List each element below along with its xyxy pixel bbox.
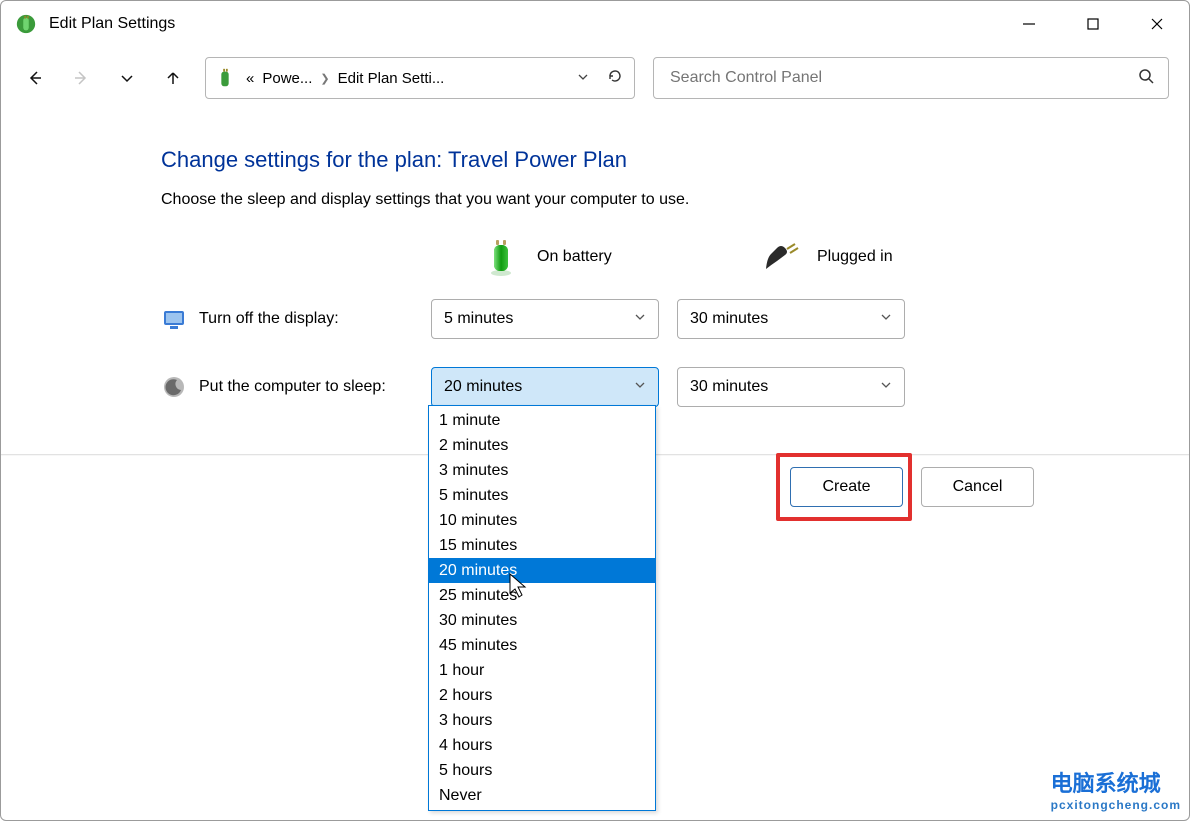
row-display-label-text: Turn off the display: xyxy=(199,310,339,328)
display-battery-value: 5 minutes xyxy=(444,310,513,328)
display-plugged-combo[interactable]: 30 minutes xyxy=(677,299,905,339)
row-sleep-label-text: Put the computer to sleep: xyxy=(199,378,386,396)
sleep-battery-combo[interactable]: 20 minutes xyxy=(431,367,659,407)
refresh-button[interactable] xyxy=(604,68,626,88)
plug-column-icon xyxy=(761,237,801,277)
dropdown-option[interactable]: 20 minutes xyxy=(429,558,655,583)
dropdown-option[interactable]: 30 minutes xyxy=(429,608,655,633)
navbar: « Powe... ❯ Edit Plan Setti... xyxy=(1,47,1189,117)
display-battery-combo[interactable]: 5 minutes xyxy=(431,299,659,339)
search-icon[interactable] xyxy=(1138,68,1154,88)
forward-button[interactable] xyxy=(67,64,95,92)
watermark-sub: pcxitongcheng.com xyxy=(1051,798,1181,812)
battery-column-icon xyxy=(481,237,521,277)
sleep-plugged-combo[interactable]: 30 minutes xyxy=(677,367,905,407)
dropdown-option[interactable]: 3 minutes xyxy=(429,458,655,483)
close-button[interactable] xyxy=(1125,1,1189,47)
dropdown-option[interactable]: Never xyxy=(429,783,655,808)
crumb-edit-plan[interactable]: Edit Plan Setti... xyxy=(338,70,445,87)
page-heading: Change settings for the plan: Travel Pow… xyxy=(161,147,1189,173)
search-input[interactable] xyxy=(668,68,1138,88)
dropdown-option[interactable]: 5 minutes xyxy=(429,483,655,508)
dropdown-option[interactable]: 2 hours xyxy=(429,683,655,708)
column-header-plugged-label: Plugged in xyxy=(817,248,893,266)
content-area: Change settings for the plan: Travel Pow… xyxy=(1,117,1189,407)
app-icon xyxy=(15,13,37,35)
dropdown-list[interactable]: 1 minute2 minutes3 minutes5 minutes10 mi… xyxy=(428,405,656,811)
crumb-power[interactable]: Powe... xyxy=(262,70,312,87)
dropdown-option[interactable]: 1 hour xyxy=(429,658,655,683)
display-icon xyxy=(161,306,187,332)
button-row: Create Cancel xyxy=(790,467,1034,507)
dropdown-option[interactable]: 15 minutes xyxy=(429,533,655,558)
dropdown-option[interactable]: 2 minutes xyxy=(429,433,655,458)
address-bar[interactable]: « Powe... ❯ Edit Plan Setti... xyxy=(205,57,635,99)
dropdown-option[interactable]: 25 minutes xyxy=(429,583,655,608)
sleep-battery-value: 20 minutes xyxy=(444,378,522,396)
row-sleep-label: Put the computer to sleep: xyxy=(161,374,413,400)
cancel-button[interactable]: Cancel xyxy=(921,467,1034,507)
up-button[interactable] xyxy=(159,64,187,92)
recent-locations-button[interactable] xyxy=(113,64,141,92)
battery-icon xyxy=(214,67,236,89)
minimize-button[interactable] xyxy=(997,1,1061,47)
maximize-button[interactable] xyxy=(1061,1,1125,47)
page-subtext: Choose the sleep and display settings th… xyxy=(161,191,1189,209)
chevron-down-icon xyxy=(880,310,892,328)
column-header-battery: On battery xyxy=(481,237,681,277)
column-header-battery-label: On battery xyxy=(537,248,612,266)
crumb-sep: « xyxy=(246,70,254,87)
sleep-icon xyxy=(161,374,187,400)
dropdown-option[interactable]: 3 hours xyxy=(429,708,655,733)
highlight-annotation xyxy=(776,453,912,521)
chevron-down-icon xyxy=(880,378,892,396)
cursor-icon xyxy=(509,573,527,599)
dropdown-option[interactable]: 5 hours xyxy=(429,758,655,783)
dropdown-option[interactable]: 1 minute xyxy=(429,408,655,433)
display-plugged-value: 30 minutes xyxy=(690,310,768,328)
address-dropdown-button[interactable] xyxy=(572,70,594,87)
window-title: Edit Plan Settings xyxy=(49,15,997,33)
chevron-down-icon xyxy=(634,378,646,396)
watermark: 电脑系统城 pcxitongcheng.com xyxy=(1051,766,1181,812)
row-display-label: Turn off the display: xyxy=(161,306,413,332)
dropdown-option[interactable]: 10 minutes xyxy=(429,508,655,533)
titlebar: Edit Plan Settings xyxy=(1,1,1189,47)
back-button[interactable] xyxy=(21,64,49,92)
column-header-plugged: Plugged in xyxy=(761,237,961,277)
watermark-text: 电脑系统城 xyxy=(1051,771,1161,796)
dropdown-option[interactable]: 45 minutes xyxy=(429,633,655,658)
dropdown-option[interactable]: 4 hours xyxy=(429,733,655,758)
chevron-down-icon xyxy=(634,310,646,328)
sleep-plugged-value: 30 minutes xyxy=(690,378,768,396)
search-box[interactable] xyxy=(653,57,1169,99)
chevron-right-icon: ❯ xyxy=(320,72,329,85)
